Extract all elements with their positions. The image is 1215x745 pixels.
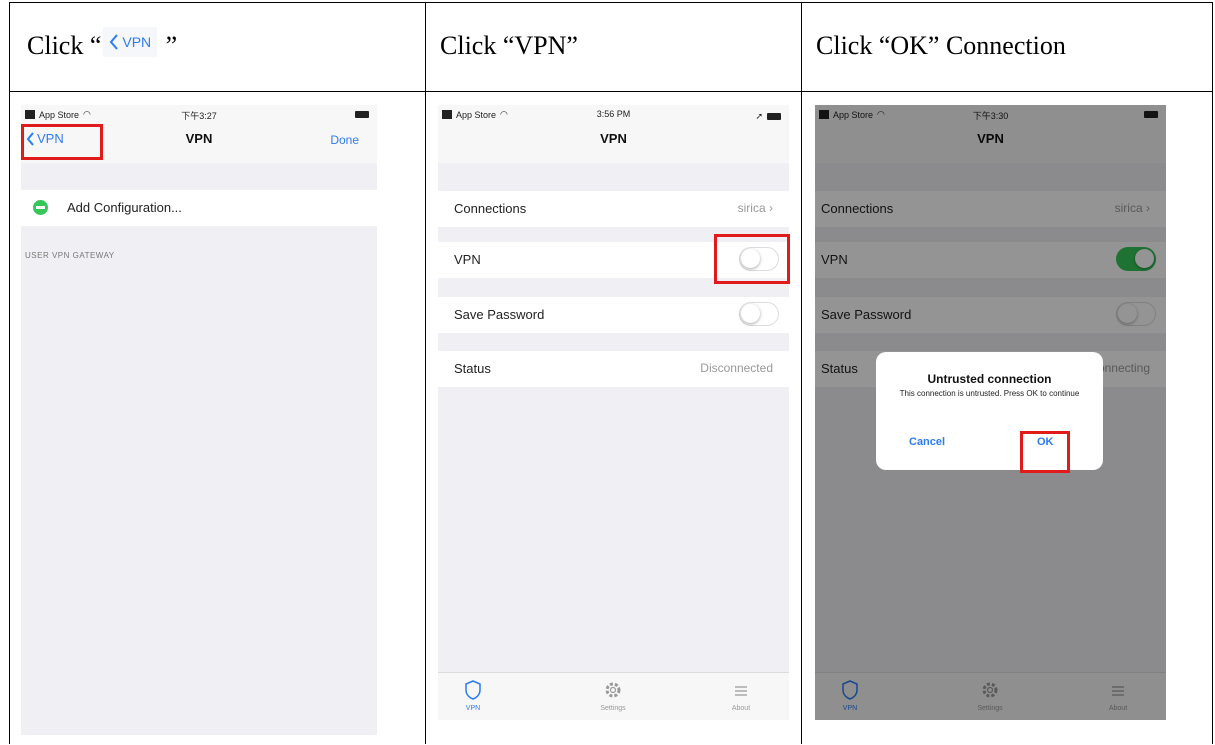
back-vpn-chip: VPN [103, 27, 158, 57]
tab-settings[interactable]: Settings [583, 679, 643, 712]
add-configuration-label: Add Configuration... [67, 200, 182, 215]
step-2-header: Click “VPN” [440, 31, 578, 60]
step-1-header: Click “ VPN ” [27, 26, 177, 66]
chip-label: VPN [122, 34, 152, 50]
location-icon: ➚ [755, 111, 763, 121]
alert-cancel-button[interactable]: Cancel [909, 436, 945, 448]
chevron-left-icon [110, 34, 119, 50]
step-1-suffix: ” [159, 31, 178, 60]
shield-icon [465, 680, 481, 700]
status-value: Disconnected [700, 361, 773, 375]
step-3-header: Click “OK” Connection [816, 31, 1066, 60]
screenshot-untrusted-alert: App Store ◠ 下午3:30 VPN Connections sirica… [815, 105, 1166, 720]
status-time: 下午3:27 [181, 111, 217, 121]
status-row: Status Disconnected [438, 351, 789, 387]
section-header: USER VPN GATEWAY [25, 251, 115, 260]
tab-settings-label: Settings [600, 705, 626, 712]
table-border-left [9, 2, 10, 744]
highlight-ok-button [1020, 431, 1070, 473]
done-button[interactable]: Done [330, 133, 359, 147]
connections-label: Connections [454, 201, 527, 216]
add-icon [33, 200, 48, 215]
gear-icon [605, 682, 621, 698]
tab-vpn[interactable]: VPN [443, 679, 503, 712]
table-border-top [9, 2, 1213, 3]
save-password-toggle[interactable] [739, 302, 779, 326]
table-column-divider-1 [425, 2, 426, 744]
table-border-right [1212, 2, 1213, 744]
table-column-divider-2 [801, 2, 802, 744]
battery-icon [767, 113, 781, 120]
tab-about-label: About [731, 705, 751, 712]
vpn-label: VPN [454, 252, 481, 267]
status-time: 3:56 PM [596, 109, 631, 119]
chevron-right-icon: › [769, 201, 773, 215]
tab-about[interactable]: About [711, 679, 771, 712]
tab-bar: VPN Settings About [438, 672, 789, 720]
menu-icon [735, 686, 747, 696]
alert-title: Untrusted connection [927, 372, 1052, 386]
tab-vpn-label: VPN [465, 705, 481, 712]
connections-row[interactable]: Connections sirica › [438, 191, 789, 227]
status-label: Status [454, 361, 491, 376]
highlight-back-button [21, 124, 103, 160]
connections-value: sirica › [737, 201, 773, 215]
highlight-vpn-toggle [714, 234, 790, 284]
screenshot-vpn-configurations: App Store ◠ 下午3:27 VPN VPN Done Add Confi… [21, 105, 377, 735]
status-bar: App Store ◠ 3:56 PM ➚ [438, 105, 789, 127]
navigation-bar: VPN [438, 125, 789, 163]
table-header-divider [9, 91, 1213, 92]
save-password-row: Save Password [438, 297, 789, 333]
add-configuration-row[interactable]: Add Configuration... [21, 190, 377, 226]
battery-icon [355, 111, 369, 118]
nav-title: VPN [600, 131, 627, 146]
alert-message: This connection is untrusted. Press OK t… [899, 389, 1080, 398]
screenshot-vpn-main: App Store ◠ 3:56 PM ➚ VPN Connections sir… [438, 105, 789, 720]
step-1-prefix: Click “ [27, 31, 102, 60]
save-password-label: Save Password [454, 307, 545, 322]
